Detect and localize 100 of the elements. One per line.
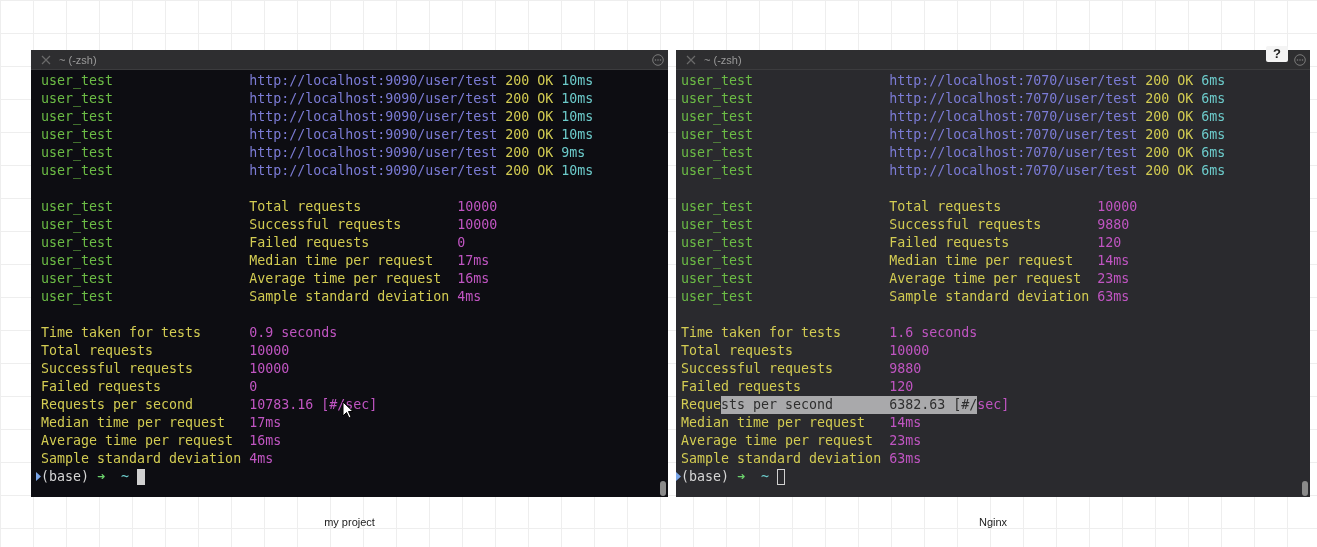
status-text: 200 OK [1145, 126, 1194, 144]
metric-label: Average time per request [249, 270, 443, 288]
pane-caption: Nginx [978, 516, 1008, 528]
metric-value: 16ms [457, 270, 490, 288]
status-text: 200 OK [1145, 144, 1194, 162]
request-url: http://localhost:9090/user/test [249, 72, 498, 90]
test-name: user_test [41, 162, 115, 180]
test-name: user_test [681, 126, 755, 144]
window-title: ~ (-zsh) [59, 53, 97, 66]
metric-label: Median time per request [889, 252, 1075, 270]
metric-value: 0.9 seconds [249, 324, 338, 342]
prompt-arrow: ➜ [97, 468, 106, 486]
request-url: http://localhost:7070/user/test [889, 162, 1138, 180]
metric-label: Successful requests [249, 216, 403, 234]
pane-caption: my project [324, 516, 375, 528]
test-name: user_test [41, 72, 115, 90]
duration-text: 6ms [1201, 72, 1226, 90]
request-url: http://localhost:9090/user/test [249, 108, 498, 126]
status-text: 200 OK [505, 72, 554, 90]
test-name: user_test [41, 252, 115, 270]
metric-value: 23ms [1097, 270, 1130, 288]
mark-icon [36, 472, 41, 481]
test-name: user_test [681, 72, 755, 90]
test-name: user_test [41, 234, 115, 252]
metric-value: 9880 [889, 360, 922, 378]
prompt-dir: ~ [121, 468, 130, 486]
scrollbar-thumb[interactable] [660, 481, 666, 496]
metric-label: Failed requests [889, 234, 1011, 252]
metric-label: Median time per request [41, 414, 226, 432]
metric-value: 1.6 seconds [889, 324, 978, 342]
metric-label: Median time per request [249, 252, 435, 270]
metric-label: Average time per request [41, 432, 234, 450]
metric-value: 4ms [457, 288, 482, 306]
metric-value: 6382.63 [#/ [889, 396, 978, 414]
metric-label: Successful requests [41, 360, 194, 378]
status-text: 200 OK [1145, 108, 1194, 126]
request-url: http://localhost:9090/user/test [249, 126, 498, 144]
more-icon[interactable] [1294, 53, 1306, 66]
metric-value: 10000 [457, 198, 498, 216]
prompt-arrow: ➜ [737, 468, 746, 486]
duration-text: 10ms [561, 72, 594, 90]
duration-text: 6ms [1201, 90, 1226, 108]
status-text: 200 OK [505, 144, 554, 162]
terminal-pane[interactable] [31, 50, 668, 497]
close-icon[interactable] [686, 54, 696, 65]
metric-label: Sample standard deviation [249, 288, 451, 306]
test-name: user_test [41, 198, 115, 216]
test-name: user_test [681, 108, 755, 126]
metric-label: Sample standard deviation [889, 288, 1091, 306]
more-icon[interactable] [652, 53, 664, 66]
metric-value: 17ms [457, 252, 490, 270]
metric-value: 63ms [1097, 288, 1130, 306]
test-name: user_test [41, 126, 115, 144]
test-name: user_test [681, 288, 755, 306]
metric-value: 63ms [889, 450, 922, 468]
mark-icon [676, 472, 681, 481]
metric-label: Total requests [889, 198, 1003, 216]
metric-value: 4ms [249, 450, 274, 468]
status-text: 200 OK [1145, 72, 1194, 90]
metric-value: 120 [1097, 234, 1122, 252]
metric-label: Requests per second [41, 396, 194, 414]
duration-text: 10ms [561, 90, 594, 108]
help-button[interactable]: ? [1266, 46, 1288, 62]
test-name: user_test [41, 216, 115, 234]
metric-value: 0 [457, 234, 466, 252]
close-icon[interactable] [41, 54, 51, 65]
test-name: user_test [681, 252, 755, 270]
metric-label: Median time per request [681, 414, 866, 432]
request-url: http://localhost:7070/user/test [889, 108, 1138, 126]
scrollbar-thumb[interactable] [1302, 481, 1308, 496]
request-url: http://localhost:7070/user/test [889, 126, 1138, 144]
test-name: user_test [681, 270, 755, 288]
test-name: user_test [681, 144, 755, 162]
test-name: user_test [41, 288, 115, 306]
metric-label: Failed requests [249, 234, 371, 252]
metric-label: Time taken for tests [41, 324, 202, 342]
request-url: http://localhost:7070/user/test [889, 90, 1138, 108]
test-name: user_test [681, 234, 755, 252]
metric-label: Sample standard deviation [681, 450, 882, 468]
metric-value: 14ms [1097, 252, 1130, 270]
request-url: http://localhost:9090/user/test [249, 162, 498, 180]
metric-label: Total requests [41, 342, 154, 360]
metric-value: 10000 [249, 342, 290, 360]
window-title: ~ (-zsh) [704, 53, 742, 66]
duration-text: 6ms [1201, 144, 1226, 162]
status-text: 200 OK [505, 90, 554, 108]
duration-text: 10ms [561, 162, 594, 180]
metric-label: Failed requests [681, 378, 802, 396]
test-name: user_test [681, 90, 755, 108]
metric-label: Total requests [249, 198, 363, 216]
metric-label: Successful requests [681, 360, 834, 378]
metric-value: 120 [889, 378, 914, 396]
status-text: 200 OK [505, 126, 554, 144]
duration-text: 6ms [1201, 162, 1226, 180]
status-text: 200 OK [1145, 90, 1194, 108]
metric-label: Reque [681, 396, 722, 414]
duration-text: 10ms [561, 108, 594, 126]
duration-text: 6ms [1201, 126, 1226, 144]
request-url: http://localhost:9090/user/test [249, 90, 498, 108]
metric-label: Average time per request [681, 432, 874, 450]
